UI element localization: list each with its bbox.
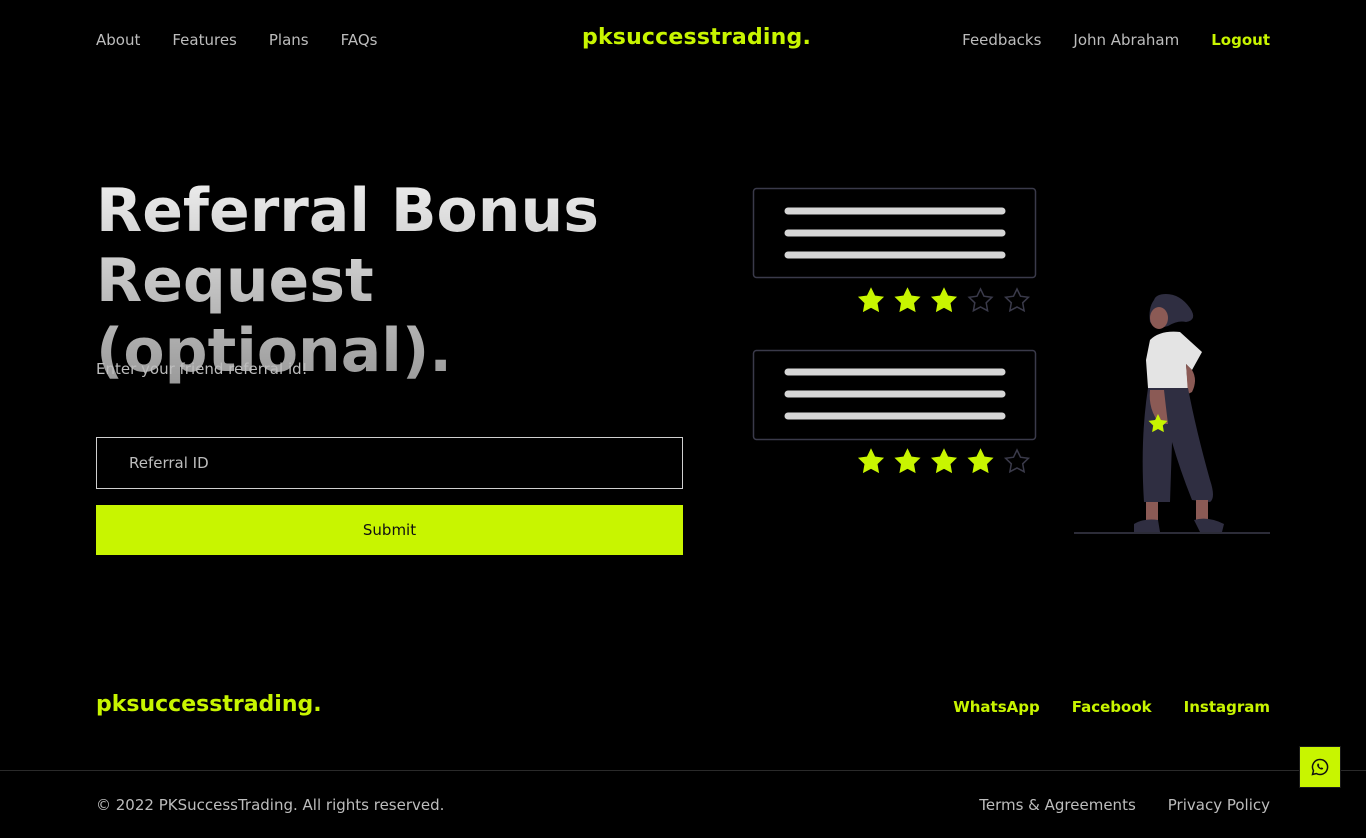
person-figure <box>1074 294 1270 534</box>
brand-logo[interactable]: pksuccesstrading. <box>582 25 811 50</box>
nav-link-faqs[interactable]: FAQs <box>341 31 378 49</box>
footer-legal-links: Terms & Agreements Privacy Policy <box>979 796 1270 814</box>
nav-left-links: About Features Plans FAQs <box>96 31 377 49</box>
star-empty-icon <box>1003 448 1031 474</box>
footer-link-facebook[interactable]: Facebook <box>1072 698 1152 716</box>
footer-brand-logo[interactable]: pksuccesstrading. <box>96 692 322 717</box>
star-empty-icon <box>967 287 994 313</box>
whatsapp-float-button[interactable] <box>1299 746 1341 788</box>
logout-link[interactable]: Logout <box>1211 31 1270 49</box>
nav-right-links: Feedbacks John Abraham Logout <box>962 31 1270 49</box>
footer-divider <box>0 770 1366 771</box>
review-stars-2 <box>857 448 1031 474</box>
terms-link[interactable]: Terms & Agreements <box>979 796 1136 814</box>
nav-link-features[interactable]: Features <box>172 31 237 49</box>
copyright-text: © 2022 PKSuccessTrading. All rights rese… <box>96 796 445 814</box>
review-card-2 <box>752 349 1037 441</box>
referral-id-input[interactable] <box>96 437 683 489</box>
footer-link-whatsapp[interactable]: WhatsApp <box>953 698 1040 716</box>
footer-social-links: WhatsApp Facebook Instagram <box>953 698 1270 716</box>
review-card-1 <box>752 187 1037 279</box>
star-filled-icon <box>930 287 958 313</box>
page-subtitle: Enter your friend referral id! <box>96 360 308 378</box>
star-filled-icon <box>857 448 885 474</box>
nav-link-plans[interactable]: Plans <box>269 31 309 49</box>
footer-link-instagram[interactable]: Instagram <box>1184 698 1270 716</box>
whatsapp-icon <box>1311 758 1329 776</box>
nav-link-about[interactable]: About <box>96 31 140 49</box>
star-filled-icon <box>967 448 994 474</box>
star-filled-icon <box>894 448 921 474</box>
star-filled-icon <box>894 287 921 313</box>
feedback-illustration <box>752 187 1270 534</box>
page-title: Referral Bonus Request (optional). <box>96 176 716 386</box>
star-filled-icon <box>930 448 958 474</box>
top-nav: About Features Plans FAQs pksuccesstradi… <box>0 0 1366 80</box>
star-empty-icon <box>1003 287 1031 313</box>
nav-link-feedbacks[interactable]: Feedbacks <box>962 31 1041 49</box>
nav-user-name[interactable]: John Abraham <box>1073 31 1179 49</box>
star-filled-icon <box>857 287 885 313</box>
submit-button[interactable]: Submit <box>96 505 683 555</box>
privacy-link[interactable]: Privacy Policy <box>1168 796 1270 814</box>
review-stars-1 <box>857 287 1031 313</box>
page-title-line1: Referral Bonus <box>96 176 599 246</box>
